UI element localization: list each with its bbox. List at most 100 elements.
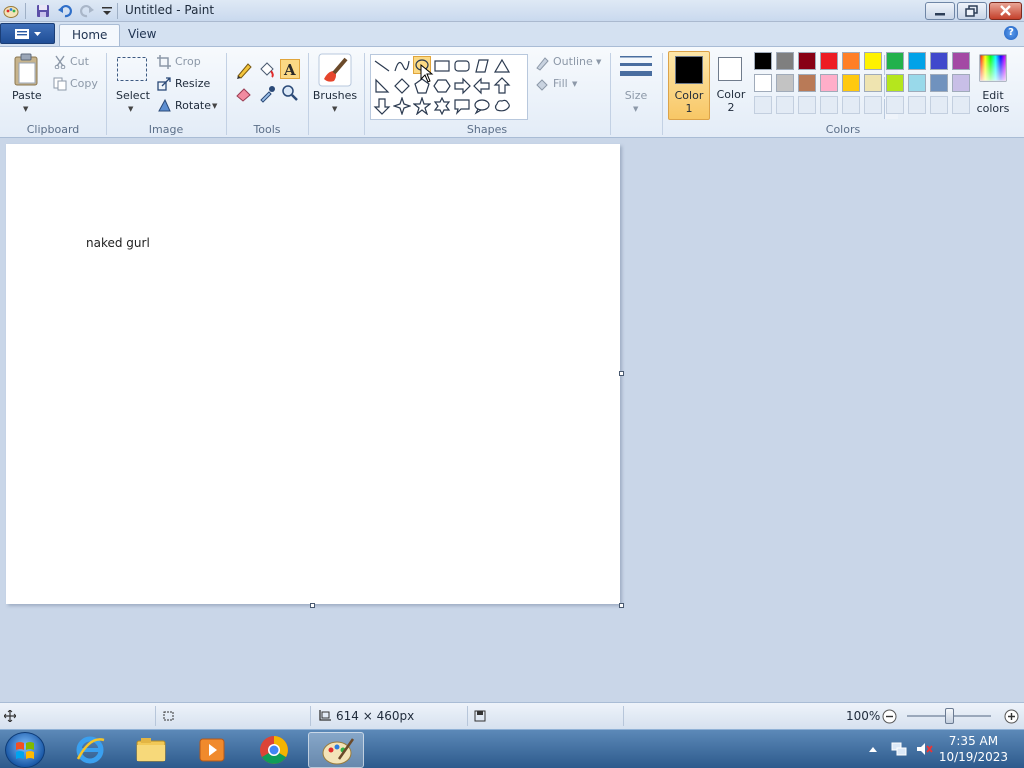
color-picker-icon[interactable] [257,83,277,103]
six-point-star-shape-icon[interactable] [433,97,451,115]
rotate-icon[interactable] [157,98,171,112]
custom-color-slot[interactable] [798,96,816,114]
palette-swatch[interactable] [842,52,860,70]
fill-dropdown-icon[interactable]: ▼ [572,80,577,88]
redo-icon[interactable] [79,3,95,19]
size-dropdown-icon[interactable]: ▼ [633,105,638,113]
cloud-callout-shape-icon[interactable] [493,97,511,115]
tab-view[interactable]: View [116,24,168,46]
eraser-icon[interactable] [234,83,254,103]
restore-button[interactable] [957,2,987,20]
text-tool-button[interactable]: A [280,59,300,79]
brushes-icon[interactable] [318,53,352,87]
resize-icon[interactable] [157,77,171,91]
copy-icon[interactable] [53,77,67,91]
outline-dropdown-icon[interactable]: ▼ [596,58,601,66]
rounded-callout-shape-icon[interactable] [453,97,471,115]
four-point-star-shape-icon[interactable] [393,97,411,115]
crop-icon[interactable] [157,55,171,69]
taskbar-file-explorer[interactable] [123,732,179,768]
resize-handle-bottom[interactable] [310,603,315,608]
palette-swatch[interactable] [820,52,838,70]
taskbar-media-player[interactable] [184,732,240,768]
save-icon[interactable] [35,3,51,19]
palette-swatch[interactable] [886,74,904,92]
outline-button[interactable]: Outline [553,55,593,68]
paste-button[interactable]: Paste [12,89,42,102]
select-icon[interactable] [116,56,148,82]
palette-swatch[interactable] [930,74,948,92]
help-icon[interactable]: ? [1004,26,1018,40]
triangle-shape-icon[interactable] [493,57,511,75]
size-button[interactable]: Size [616,89,656,102]
zoom-out-icon[interactable] [882,709,897,724]
fill-bucket-icon[interactable] [257,60,277,80]
custom-color-slot[interactable] [776,96,794,114]
drawing-canvas[interactable]: naked gurl [6,144,620,604]
five-point-star-shape-icon[interactable] [413,97,431,115]
custom-color-slot[interactable] [952,96,970,114]
palette-swatch[interactable] [908,74,926,92]
network-icon[interactable] [890,741,908,757]
palette-swatch[interactable] [798,74,816,92]
start-button[interactable] [5,732,45,768]
paste-dropdown-icon[interactable]: ▼ [23,105,28,113]
taskbar-paint[interactable] [308,732,364,768]
tab-home[interactable]: Home [59,24,121,46]
left-arrow-shape-icon[interactable] [473,77,491,95]
palette-swatch[interactable] [798,52,816,70]
right-arrow-shape-icon[interactable] [453,77,471,95]
brushes-button[interactable]: Brushes [312,89,358,102]
outline-icon[interactable] [534,55,550,71]
rounded-rectangle-shape-icon[interactable] [453,57,471,75]
cut-icon[interactable] [53,55,67,69]
paint-app-icon[interactable] [3,3,19,19]
up-arrow-shape-icon[interactable] [493,77,511,95]
taskbar-internet-explorer[interactable] [62,732,118,768]
crop-button[interactable]: Crop [175,55,201,68]
palette-swatch[interactable] [776,52,794,70]
palette-swatch[interactable] [886,52,904,70]
palette-swatch[interactable] [864,52,882,70]
paste-icon[interactable] [12,53,42,87]
pencil-icon[interactable] [234,60,254,80]
rotate-button[interactable]: Rotate [175,99,211,112]
custom-color-slot[interactable] [842,96,860,114]
hexagon-shape-icon[interactable] [433,77,451,95]
taskbar-chrome[interactable] [246,732,302,768]
palette-swatch[interactable] [952,74,970,92]
brushes-dropdown-icon[interactable]: ▼ [332,105,337,113]
edit-colors-button[interactable]: Edit colors [972,89,1014,115]
color1-button[interactable]: Color 1 [668,51,710,120]
fill-button[interactable]: Fill [553,77,568,90]
palette-swatch[interactable] [754,52,772,70]
oval-callout-shape-icon[interactable] [473,97,491,115]
palette-swatch[interactable] [842,74,860,92]
palette-swatch[interactable] [820,74,838,92]
custom-color-slot[interactable] [864,96,882,114]
custom-color-slot[interactable] [930,96,948,114]
custom-color-slot[interactable] [908,96,926,114]
magnifier-icon[interactable] [280,83,300,103]
customize-qat-icon[interactable] [99,3,115,19]
cut-button[interactable]: Cut [70,55,89,68]
diamond-shape-icon[interactable] [393,77,411,95]
edit-colors-icon[interactable] [979,54,1007,82]
palette-swatch[interactable] [930,52,948,70]
zoom-in-icon[interactable] [1004,709,1019,724]
palette-swatch[interactable] [754,74,772,92]
minimize-button[interactable] [925,2,955,20]
curve-shape-icon[interactable] [393,57,411,75]
show-hidden-icons-icon[interactable] [868,744,878,754]
size-icon[interactable] [618,53,654,83]
close-button[interactable] [989,2,1022,20]
palette-swatch[interactable] [952,52,970,70]
copy-button[interactable]: Copy [70,77,98,90]
select-dropdown-icon[interactable]: ▼ [128,105,133,113]
resize-handle-right[interactable] [619,371,624,376]
palette-swatch[interactable] [908,52,926,70]
custom-color-slot[interactable] [754,96,772,114]
taskbar-clock[interactable]: 7:35 AM 10/19/2023 [939,733,1008,765]
fill-icon[interactable] [534,77,550,93]
undo-icon[interactable] [57,3,73,19]
